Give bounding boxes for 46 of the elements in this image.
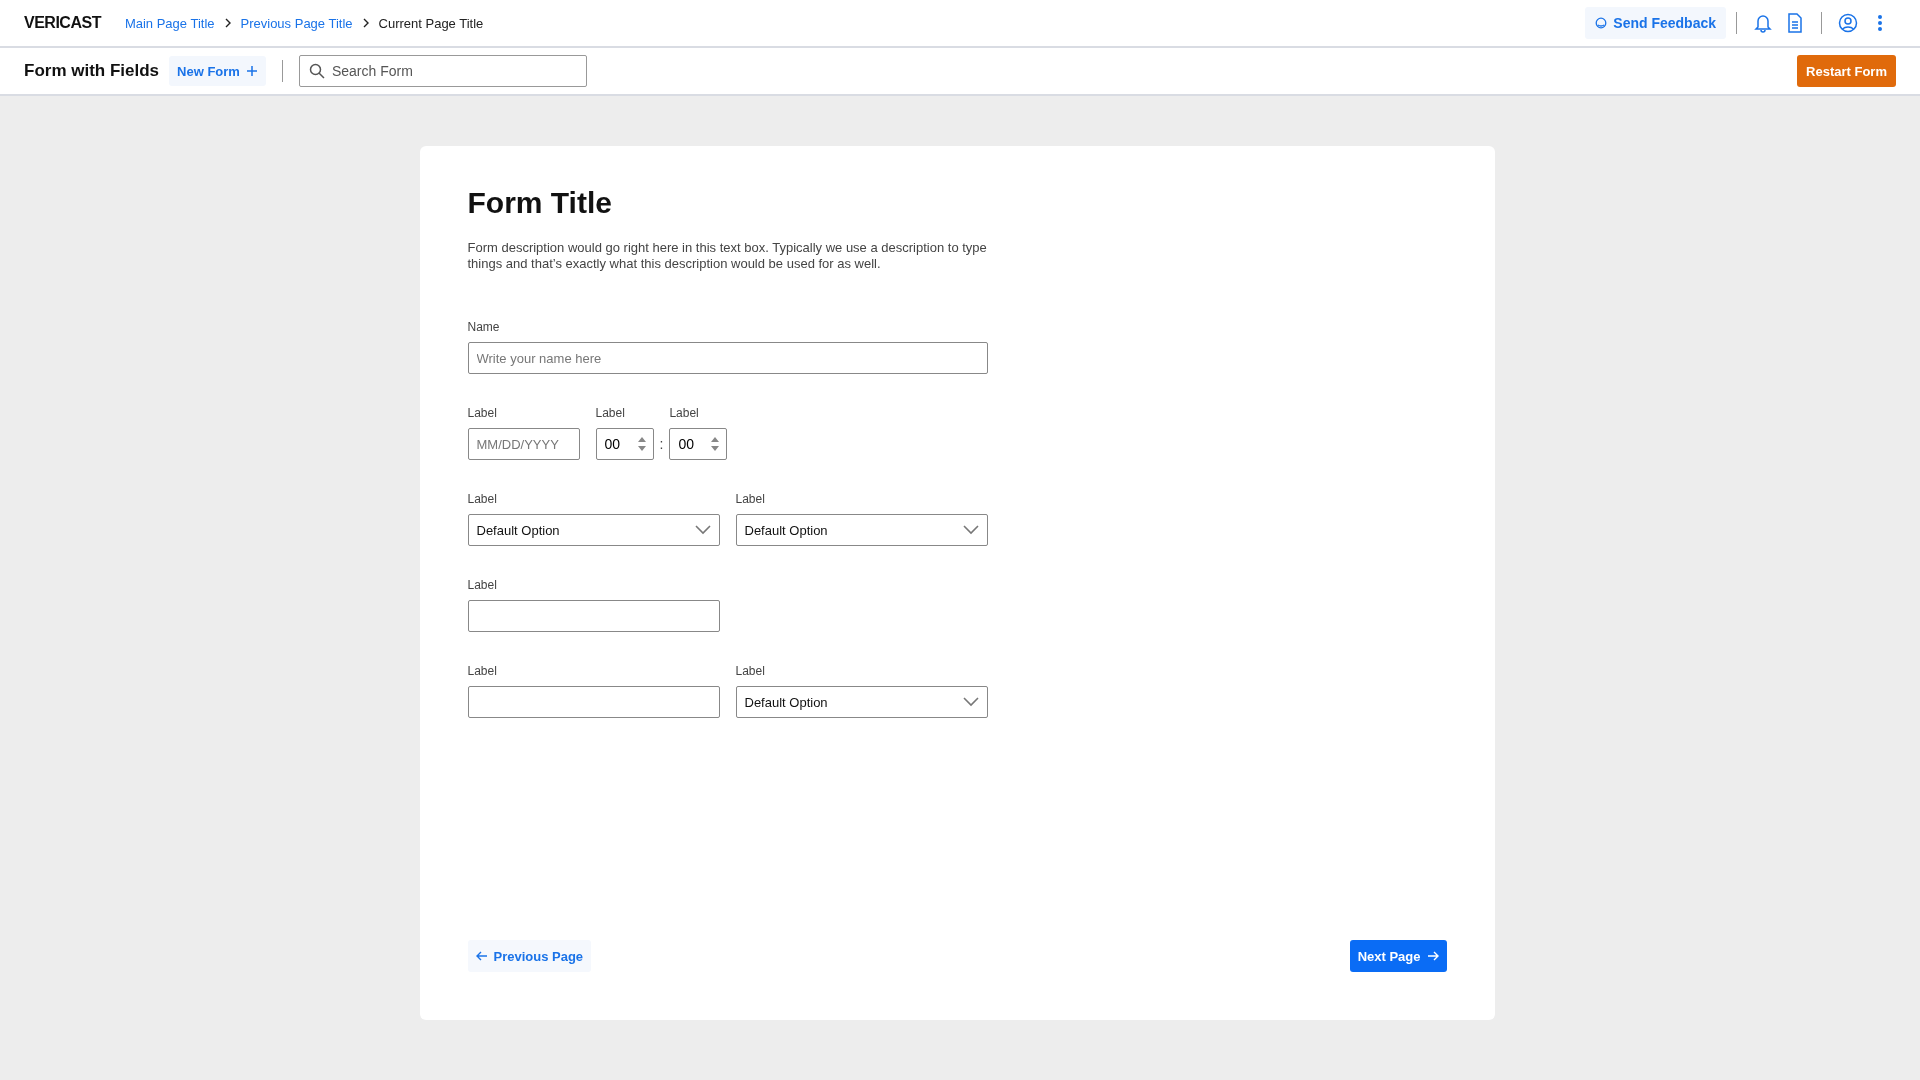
- stepper-icon[interactable]: [636, 436, 647, 452]
- search-icon: [308, 63, 325, 79]
- field-label: Label: [467, 406, 498, 420]
- more-icon: [1877, 14, 1883, 32]
- date-field[interactable]: MM/DD/YYYY: [467, 428, 580, 460]
- document-icon: [1787, 13, 1803, 33]
- arrow-right-icon: [1426, 951, 1439, 961]
- dropdown[interactable]: Default Option: [735, 514, 988, 546]
- field-label: Label: [669, 406, 700, 420]
- logo[interactable]: VERICAST: [24, 14, 101, 32]
- stepper-icon[interactable]: [710, 436, 721, 452]
- restart-form-button[interactable]: Restart Form: [1797, 55, 1896, 87]
- form-title: Form Title: [467, 186, 613, 220]
- time-field[interactable]: 00: [595, 428, 654, 460]
- previous-page-button[interactable]: Previous Page: [467, 940, 592, 972]
- breadcrumb-link[interactable]: Main Page Title: [124, 15, 215, 31]
- caret-icon: [962, 697, 979, 707]
- breadcrumb-link[interactable]: Previous Page Title: [240, 15, 353, 31]
- plus-icon: [245, 65, 258, 77]
- breadcrumb-current: Current Page Title: [378, 15, 484, 31]
- new-form-button[interactable]: New Form: [169, 56, 266, 86]
- field-label: Label: [735, 492, 766, 506]
- field-label: Label: [467, 492, 498, 506]
- user-icon: [1838, 13, 1858, 33]
- caret-icon: [694, 525, 711, 535]
- dropdown[interactable]: Default Option: [467, 514, 720, 546]
- field-label: Name: [467, 320, 501, 334]
- caret-icon: [962, 525, 979, 535]
- time-separator: :: [659, 435, 664, 454]
- dropdown[interactable]: Default Option: [735, 686, 988, 718]
- form-description: Form description would go right here in this text box. Typically we use a description to type things and that’s exactly what this description would be used for as well.: [467, 240, 988, 272]
- text-field[interactable]: Write your name here: [467, 342, 988, 374]
- feedback-button[interactable]: Send Feedback: [1585, 7, 1726, 39]
- time-field[interactable]: 00: [669, 428, 728, 460]
- chat-icon: [1595, 17, 1608, 29]
- text-field[interactable]: [467, 600, 720, 632]
- field-label: Label: [735, 664, 766, 678]
- field-label: Label: [467, 664, 498, 678]
- bell-icon: [1754, 13, 1772, 33]
- arrow-left-icon: [475, 951, 488, 961]
- search-field[interactable]: Search Form: [298, 55, 587, 87]
- text-field[interactable]: [467, 686, 720, 718]
- next-page-button[interactable]: Next Page: [1349, 940, 1447, 972]
- page-title: Form with Fields: [24, 61, 160, 81]
- field-label: Label: [467, 578, 498, 592]
- field-label: Label: [595, 406, 626, 420]
